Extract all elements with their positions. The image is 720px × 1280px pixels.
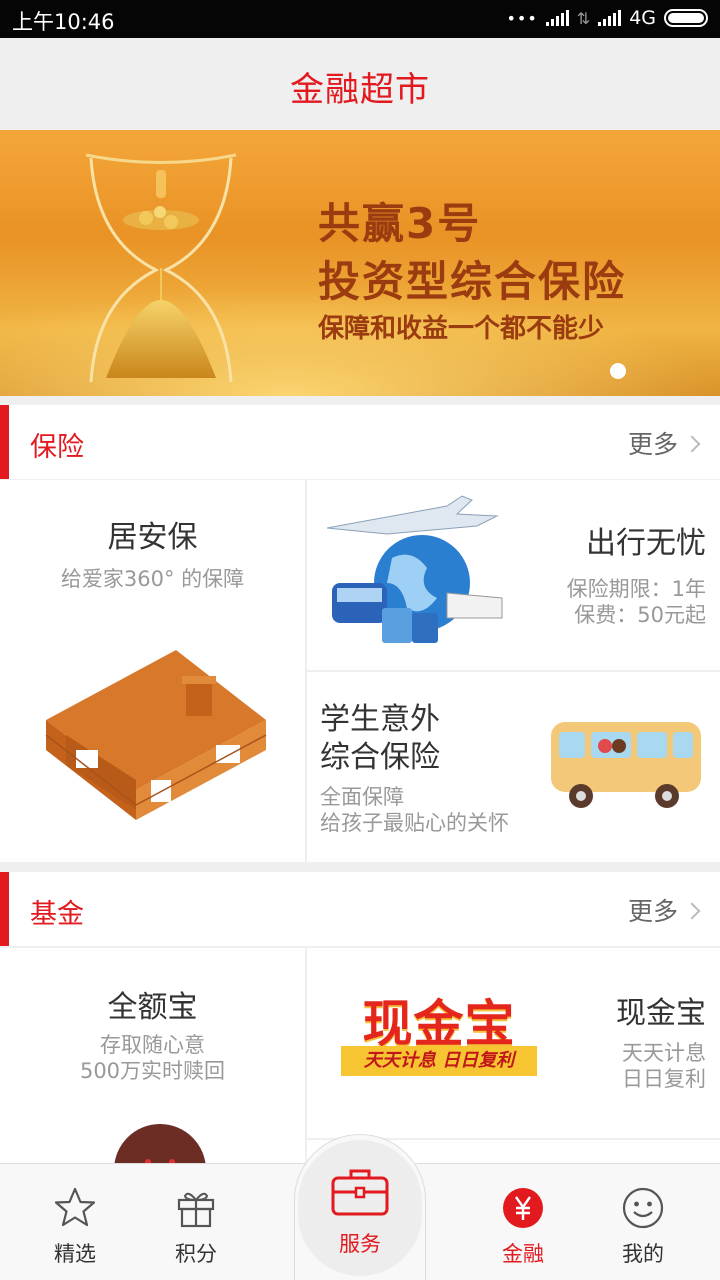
product-card-travel[interactable]: 出行无忧 保险期限：1年 保费：50元起 <box>307 480 720 670</box>
promo-banner[interactable]: 共赢3号 投资型综合保险 保障和收益一个都不能少 <box>0 130 720 396</box>
section-accent-bar <box>0 405 9 479</box>
network-type: 4G <box>629 7 656 29</box>
chevron-right-icon <box>683 902 701 920</box>
insurance-more-link[interactable]: 更多 <box>627 425 701 461</box>
card-title: 居安保 <box>107 520 198 555</box>
card-desc-line2: 日日复利 <box>622 1067 706 1091</box>
product-card-xianjinbao[interactable]: 现金宝 天天计息 日日复利 现金宝 天天计息 日日复利 <box>307 948 720 1138</box>
more-label: 更多 <box>627 430 678 459</box>
gift-icon <box>177 1192 215 1228</box>
card-desc-line2: 给孩子最贴心的关怀 <box>320 811 509 835</box>
nav-item-profile[interactable]: 我的 <box>588 1164 698 1280</box>
section-accent-bar <box>0 872 9 946</box>
card-title: 出行无忧 <box>586 526 706 561</box>
card-title: 全额宝 <box>107 990 198 1025</box>
card-title: 现金宝 <box>616 996 706 1031</box>
yuan-icon <box>503 1188 543 1228</box>
card-term: 保险期限：1年 <box>566 577 706 601</box>
nav-label: 金融 <box>502 1242 544 1266</box>
banner-product-name: 投资型综合保险 <box>318 257 627 306</box>
chevron-right-icon <box>683 435 701 453</box>
card-desc-line1: 全面保障 <box>320 785 404 809</box>
house-image <box>45 650 267 820</box>
insurance-section-header: 保险 更多 <box>0 405 720 479</box>
nav-label: 精选 <box>54 1242 96 1266</box>
status-time: 上午10:46 <box>12 10 115 34</box>
nav-label: 积分 <box>175 1242 217 1266</box>
nav-label: 服务 <box>339 1232 381 1256</box>
product-card-student[interactable]: 学生意外 综合保险 全面保障 给孩子最贴心的关怀 <box>307 672 720 862</box>
carousel-indicator-dot[interactable] <box>610 363 626 379</box>
nav-label: 我的 <box>622 1242 664 1266</box>
card-premium: 保费：50元起 <box>574 603 706 627</box>
more-dots-icon: ••• <box>506 8 538 28</box>
card-desc-line2: 500万实时赎回 <box>79 1059 226 1083</box>
more-label: 更多 <box>627 897 678 926</box>
banner-headline: 共赢3号 <box>318 199 482 248</box>
insurance-section-title: 保险 <box>30 432 84 463</box>
card-subtitle: 给爱家360° 的保障 <box>60 567 245 591</box>
fund-more-link[interactable]: 更多 <box>627 892 701 928</box>
page-title: 金融超市 <box>290 70 430 110</box>
card-desc-line1: 存取随心意 <box>100 1033 205 1057</box>
signal-icon <box>545 10 569 26</box>
nav-item-finance[interactable]: 金融 <box>468 1164 578 1280</box>
battery-icon <box>664 9 708 27</box>
travel-globe-image <box>327 495 503 643</box>
fund-section-title: 基金 <box>30 899 84 930</box>
title-bar: 金融超市 <box>0 38 720 130</box>
smiley-icon <box>622 1187 664 1229</box>
data-transfer-icon: ⇅ <box>576 8 591 28</box>
product-card-quanebao[interactable]: 全额宝 存取随心意 500万实时赎回 <box>0 948 305 1163</box>
logo-tagline: 天天计息 日日复利 <box>341 1046 537 1076</box>
nav-item-service[interactable]: 服务 <box>298 1140 422 1276</box>
hourglass-image <box>85 153 237 383</box>
star-icon <box>54 1187 96 1227</box>
card-desc-line1: 天天计息 <box>622 1041 706 1065</box>
status-icons: ••• ⇅ 4G <box>506 7 708 29</box>
nav-item-points[interactable]: 积分 <box>141 1164 251 1280</box>
xianjinbao-logo: 现金宝 天天计息 日日复利 <box>339 984 539 1084</box>
school-bus-image <box>551 722 701 808</box>
briefcase-icon <box>331 1169 389 1216</box>
card-title-line2: 综合保险 <box>320 740 440 775</box>
status-bar: 上午10:46 ••• ⇅ 4G <box>0 0 720 38</box>
nav-item-featured[interactable]: 精选 <box>20 1164 130 1280</box>
signal-icon-2 <box>598 10 622 26</box>
product-card-juanbao[interactable]: 居安保 给爱家360° 的保障 <box>0 480 305 862</box>
banner-tagline: 保障和收益一个都不能少 <box>318 314 605 344</box>
fund-section-header: 基金 更多 <box>0 872 720 946</box>
character-avatar-image <box>114 1124 206 1163</box>
